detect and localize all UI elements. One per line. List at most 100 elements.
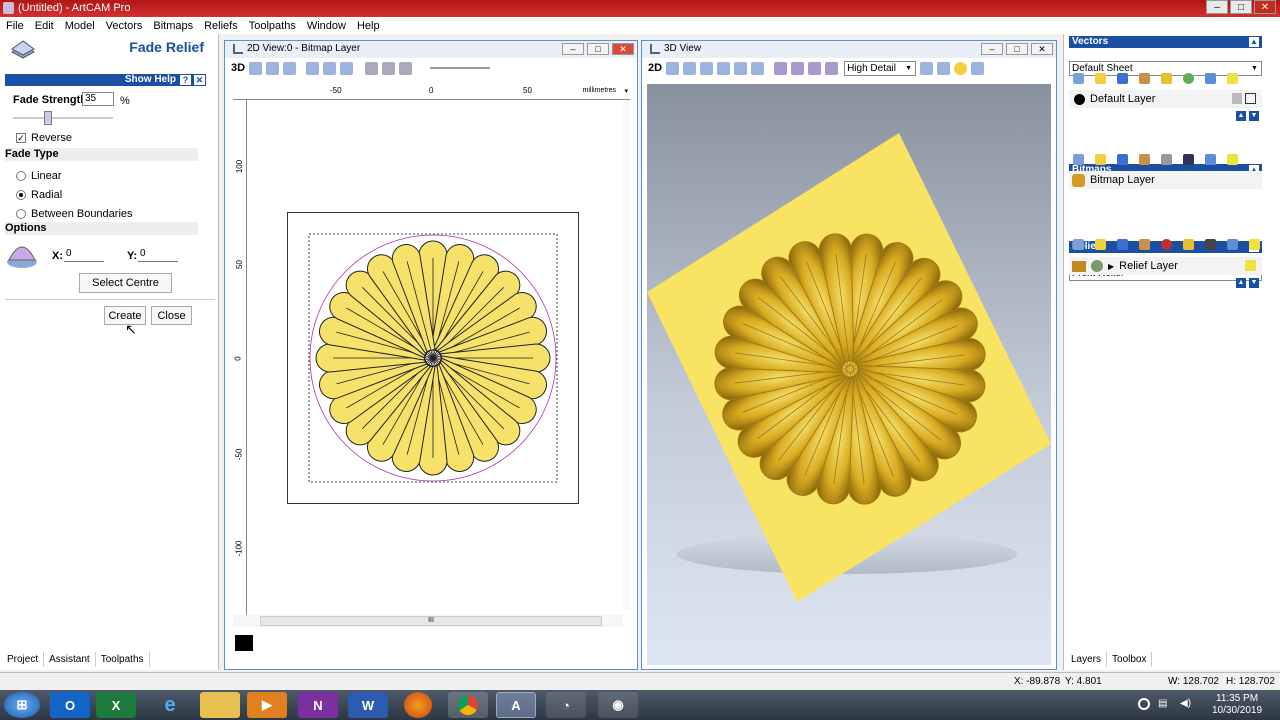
collapse-icon[interactable]: ▲ [1249,37,1259,47]
view-slider[interactable] [430,67,491,69]
open-icon[interactable] [1095,238,1106,250]
shading-icon[interactable] [937,61,951,75]
relief-layer-icon[interactable] [1072,260,1086,272]
3d-viewport[interactable] [647,84,1051,665]
file-explorer-icon[interactable] [200,692,240,718]
select-centre-button[interactable]: Select Centre [79,273,172,293]
paste-icon[interactable] [1139,72,1150,84]
clock[interactable]: 11:35 PM 10/30/2019 [1212,693,1262,717]
tab-assistant[interactable]: Assistant [44,652,96,667]
bitmap-layer-icon[interactable] [1072,173,1085,187]
tab-project[interactable]: Project [2,652,45,667]
menu-item-model[interactable]: Model [65,20,95,32]
close-help-icon[interactable]: ✕ [194,75,205,85]
zoom-previous-icon[interactable] [306,61,320,75]
move-up-icon[interactable]: ▲ [1236,111,1246,121]
new-layer-icon[interactable] [1073,72,1084,84]
flower-bitmap[interactable] [288,213,578,503]
merge-icon[interactable] [1183,238,1194,250]
freeze-icon[interactable] [1205,238,1216,250]
delete-icon[interactable] [1227,238,1238,250]
tab-toolbox[interactable]: Toolbox [1107,652,1153,667]
default-layer-row[interactable]: Default Layer [1069,90,1262,108]
combine-mode-icon[interactable] [1091,260,1103,272]
x-input[interactable]: 0 [64,248,104,262]
artcam-taskbar-icon[interactable]: A [496,692,536,718]
move-down-icon[interactable]: ▼ [1249,278,1259,288]
view-2d-maximize[interactable]: □ [587,43,609,55]
start-button[interactable]: ⊞ [4,692,40,718]
zoom-out-icon[interactable] [717,61,731,75]
unit-dropdown-icon[interactable]: ▾ [624,87,628,95]
toggle-2d-button[interactable]: 2D [648,62,662,74]
show-help-link[interactable]: Show Help [125,74,176,86]
grey-icon[interactable] [1161,153,1172,165]
view-3d-maximize[interactable]: □ [1006,43,1028,55]
light-icon[interactable] [954,61,968,75]
save-icon[interactable] [1117,72,1128,84]
menu-item-file[interactable]: File [6,20,24,32]
light-icon[interactable] [1227,153,1238,165]
zoom-out-icon[interactable] [266,61,280,75]
zoom-in-icon[interactable] [700,61,714,75]
fade-strength-slider[interactable] [13,111,113,125]
menu-item-reliefs[interactable]: Reliefs [204,20,238,32]
network-icon[interactable]: ▤ [1158,698,1167,709]
outlook-icon[interactable]: O [50,692,90,718]
light-icon[interactable] [1249,238,1260,250]
delete-icon[interactable] [1205,72,1216,84]
zoom-all-icon[interactable] [323,61,337,75]
fade-type-option[interactable]: Linear [16,166,133,185]
detail-select[interactable]: High Detail ▼ [844,60,917,76]
fade-type-option[interactable]: Radial [16,185,133,204]
record-icon[interactable] [1138,698,1150,710]
volume-icon[interactable]: ◀) [1180,698,1191,709]
merge-icon[interactable] [1161,72,1172,84]
horizontal-scroll-thumb[interactable]: III [260,616,602,626]
close-button[interactable]: ✕ [1254,0,1276,14]
zoom-box-icon[interactable] [340,61,354,75]
fade-strength-input[interactable]: 35 [82,92,114,106]
zoom-in-icon[interactable] [249,61,263,75]
bitmap-layer-row[interactable]: Bitmap Layer [1069,171,1262,189]
layer-color-icon[interactable] [1074,93,1085,105]
view-2d-minimize[interactable]: – [562,43,584,55]
reverse-checkbox[interactable]: ✓ [16,133,26,143]
vertical-scrollbar[interactable] [623,100,631,610]
app-icon[interactable]: ◉ [598,692,638,718]
save-icon[interactable] [1117,153,1128,165]
lock-icon[interactable] [1232,93,1242,104]
view-3d-close[interactable]: ✕ [1031,43,1053,55]
menu-item-help[interactable]: Help [357,20,380,32]
menu-item-bitmaps[interactable]: Bitmaps [153,20,193,32]
menu-item-vectors[interactable]: Vectors [106,20,143,32]
combine-icon[interactable] [1161,238,1172,250]
primary-color-swatch[interactable] [235,635,253,651]
open-icon[interactable] [1095,72,1106,84]
tab-toolpaths[interactable]: Toolpaths [96,652,150,667]
grid-icon[interactable] [382,61,396,75]
slider-thumb[interactable] [44,111,52,125]
expand-arrow-icon[interactable]: ▶ [1108,262,1114,271]
menu-item-window[interactable]: Window [307,20,346,32]
onenote-icon[interactable]: N [298,692,338,718]
view-3d-minimize[interactable]: – [981,43,1003,55]
view-2d-close[interactable]: ✕ [612,43,634,55]
convert-icon[interactable] [1183,153,1194,165]
menu-item-toolpaths[interactable]: Toolpaths [249,20,296,32]
zoom-all-icon[interactable] [734,61,748,75]
relief-layer-row[interactable]: ▶ Relief Layer [1069,257,1262,275]
light-icon[interactable] [1227,72,1238,84]
move-down-icon[interactable]: ▼ [1249,111,1259,121]
snap-icon[interactable] [365,61,379,75]
radio-button[interactable] [16,170,26,181]
word-icon[interactable]: W [348,692,388,718]
paste-icon[interactable] [1139,238,1150,250]
fade-type-option[interactable]: Between Boundaries [16,204,133,223]
radio-button[interactable] [16,189,26,200]
tab-layers[interactable]: Layers [1066,652,1108,667]
color-icon[interactable] [399,61,413,75]
app-icon[interactable]: ◔ [546,692,586,718]
zoom-fit-icon[interactable] [283,61,297,75]
menu-item-edit[interactable]: Edit [35,20,54,32]
